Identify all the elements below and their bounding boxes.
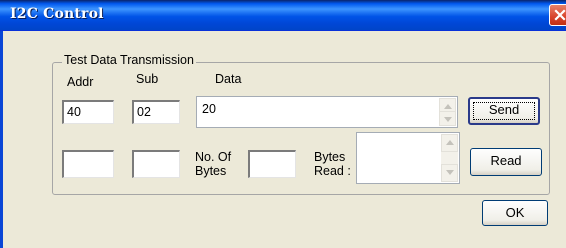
close-icon: [554, 9, 566, 21]
bytes-read-scrollbar[interactable]: [441, 134, 458, 182]
no-of-bytes-label-line2: Bytes: [195, 164, 227, 178]
no-of-bytes-input[interactable]: [248, 150, 296, 178]
close-button[interactable]: [549, 4, 566, 26]
data-input[interactable]: 20: [196, 96, 458, 128]
i2c-control-dialog: I2C Control Test Data Transmission Addr …: [0, 0, 566, 248]
group-title: Test Data Transmission: [62, 53, 196, 67]
bytes-read-label-line2: Read :: [314, 164, 351, 178]
arrow-up-icon: [444, 104, 452, 109]
arrow-down-icon: [444, 117, 452, 122]
sub-input[interactable]: 02: [132, 100, 180, 124]
data-label: Data: [215, 72, 242, 86]
data-input-value: 20: [202, 102, 216, 116]
bytes-read-label-line1: Bytes: [314, 150, 346, 164]
data-scroll-down-button[interactable]: [439, 111, 456, 126]
bytes-read-output[interactable]: [356, 132, 460, 184]
window-title: I2C Control: [10, 6, 104, 22]
ok-button[interactable]: OK: [482, 200, 548, 226]
send-button[interactable]: Send: [468, 97, 540, 125]
arrow-down-icon: [446, 170, 454, 175]
sub-label: Sub: [136, 72, 159, 86]
focus-indicator: [473, 102, 535, 120]
title-bar[interactable]: I2C Control: [0, 0, 566, 31]
bytes-read-scroll-up-button[interactable]: [441, 134, 458, 152]
bytes-read-scroll-down-button[interactable]: [441, 164, 458, 182]
no-of-bytes-label-line1: No. Of: [195, 150, 232, 164]
read-button[interactable]: Read: [470, 148, 542, 176]
arrow-up-icon: [446, 140, 454, 145]
read-sub-input[interactable]: [132, 150, 180, 178]
addr-input[interactable]: 40: [62, 100, 114, 124]
window-frame-left: [0, 31, 3, 248]
data-scrollbar[interactable]: [439, 98, 456, 126]
addr-label: Addr: [67, 75, 94, 89]
read-addr-input[interactable]: [62, 150, 114, 178]
